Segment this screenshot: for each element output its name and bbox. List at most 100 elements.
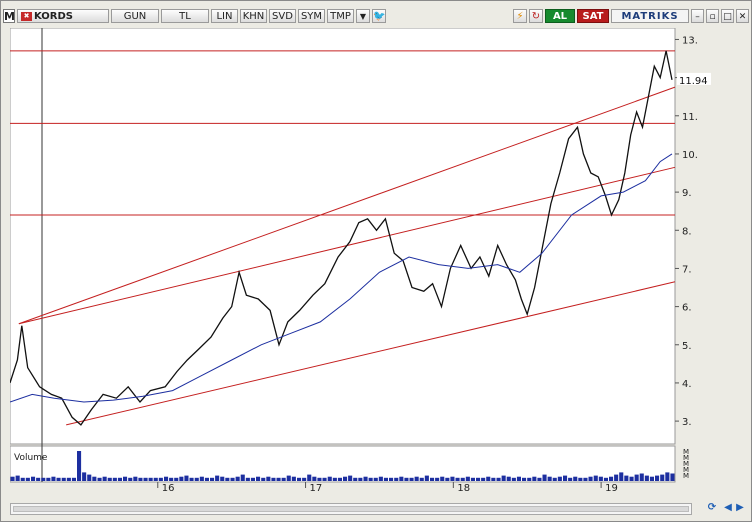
volume-bar-112 (583, 477, 588, 481)
lightning-icon[interactable]: ⚡ (513, 9, 527, 23)
volume-bar-71 (373, 477, 378, 481)
close-icon[interactable]: ✕ (736, 9, 749, 23)
volume-bar-24 (133, 476, 138, 481)
volume-bar-129 (670, 473, 675, 481)
volume-bar-20 (112, 477, 117, 481)
volume-bar-41 (220, 476, 225, 481)
volume-bar-118 (614, 474, 619, 481)
volume-bar-94 (491, 477, 496, 481)
restore-icon[interactable]: ▫ (706, 9, 719, 23)
volume-bar-96 (501, 475, 506, 481)
minimize-icon[interactable]: – (691, 9, 704, 23)
volume-bar-122 (634, 474, 639, 481)
sym-button[interactable]: SYM (298, 9, 325, 23)
volume-bar-32 (174, 477, 179, 481)
volume-bar-48 (256, 476, 261, 481)
volume-bar-93 (486, 476, 491, 481)
chevron-down-icon[interactable]: ▼ (356, 9, 370, 23)
volume-bar-39 (210, 477, 215, 481)
sell-button[interactable]: SAT (577, 9, 609, 23)
twitter-icon[interactable]: 🐦 (372, 9, 386, 23)
volume-bar-5 (36, 477, 41, 481)
volume-bar-16 (92, 476, 97, 481)
chart-area[interactable]: 13.12.11.10.9.8.7.6.5.4.3. 16171819 Volu… (9, 27, 743, 494)
volume-bar-8 (51, 476, 56, 481)
sync-icon[interactable]: ⟳ (704, 501, 720, 515)
y-tick-label-0: 13. (682, 35, 698, 46)
volume-bar-114 (593, 475, 598, 481)
volume-bar-58 (307, 474, 312, 481)
volume-bar-52 (276, 477, 281, 481)
volume-bar-29 (158, 477, 163, 481)
volume-bar-81 (424, 475, 429, 481)
volume-bar-127 (660, 474, 665, 481)
y-tick-label-6: 7. (682, 264, 692, 275)
volume-bar-2 (20, 477, 25, 481)
volume-bar-12 (71, 477, 76, 481)
volume-bar-38 (204, 477, 209, 481)
tmp-button[interactable]: TMP (327, 9, 354, 23)
horizontal-scrollbar[interactable] (10, 503, 692, 515)
volume-bar-99 (516, 476, 521, 481)
volume-bar-121 (629, 476, 634, 481)
svd-button[interactable]: SVD (269, 9, 296, 23)
volume-bar-97 (506, 476, 511, 481)
x-tick-label-1: 17 (310, 483, 323, 491)
khn-button[interactable]: KHN (240, 9, 267, 23)
volume-bar-100 (522, 477, 527, 481)
volume-bar-51 (271, 477, 276, 481)
volume-bar-25 (138, 477, 143, 481)
currency-button[interactable]: TL (161, 9, 209, 23)
volume-bar-36 (194, 477, 199, 481)
volume-bar-65 (343, 476, 348, 481)
scale-button[interactable]: LIN (211, 9, 238, 23)
price-chart[interactable]: 13.12.11.10.9.8.7.6.5.4.3. 16171819 Volu… (9, 27, 743, 494)
chart-window: M ✖ KORDS GUN TL LIN KHN SVD SYM TMP ▼ 🐦 … (0, 0, 752, 522)
buy-button[interactable]: AL (545, 9, 575, 23)
volume-bar-3 (25, 477, 30, 481)
volume-bar-4 (31, 476, 36, 481)
volume-bar-26 (143, 477, 148, 481)
symbol-label: KORDS (34, 11, 74, 22)
price-panel (9, 27, 676, 445)
symbol-selector[interactable]: ✖ KORDS (17, 9, 109, 23)
volume-bar-42 (225, 477, 230, 481)
x-tick-label-0: 16 (162, 483, 175, 491)
scrollbar-thumb[interactable] (13, 506, 689, 512)
y-tick-label-5: 8. (682, 226, 692, 237)
volume-bar-124 (644, 475, 649, 481)
y-axis: 13.12.11.10.9.8.7.6.5.4.3. (675, 35, 698, 428)
volume-bar-110 (573, 476, 578, 481)
volume-bar-117 (609, 476, 614, 481)
volume-bar-34 (184, 475, 189, 481)
y-tick-label-10: 3. (682, 417, 692, 428)
scroll-left-icon[interactable]: ◀ (723, 501, 733, 515)
scroll-right-icon[interactable]: ▶ (735, 501, 745, 515)
refresh-icon[interactable]: ↻ (529, 9, 543, 23)
volume-bar-80 (419, 477, 424, 481)
volume-bar-75 (394, 477, 399, 481)
maximize-icon[interactable]: □ (721, 9, 734, 23)
app-logo[interactable]: M (3, 9, 15, 23)
volume-bar-84 (440, 476, 445, 481)
y-tick-label-4: 9. (682, 188, 692, 199)
volume-bar-30 (164, 476, 169, 481)
volume-bar-55 (291, 476, 296, 481)
volume-bar-57 (302, 477, 307, 481)
volume-bar-85 (445, 477, 450, 481)
toolbar: M ✖ KORDS GUN TL LIN KHN SVD SYM TMP ▼ 🐦 … (3, 8, 749, 24)
volume-bar-102 (532, 476, 537, 481)
volume-label: Volume (14, 453, 48, 463)
period-button[interactable]: GUN (111, 9, 159, 23)
volume-bar-15 (87, 474, 92, 481)
volume-bar-123 (639, 473, 644, 481)
volume-bar-27 (148, 477, 153, 481)
volume-bar-92 (481, 477, 486, 481)
volume-bar-59 (312, 476, 317, 481)
volume-bar-119 (619, 472, 624, 481)
volume-bar-19 (107, 477, 112, 481)
volume-axis: MMMMM (683, 448, 689, 480)
volume-bar-56 (297, 477, 302, 481)
volume-bar-47 (250, 477, 255, 481)
volume-bar-1 (15, 475, 20, 481)
